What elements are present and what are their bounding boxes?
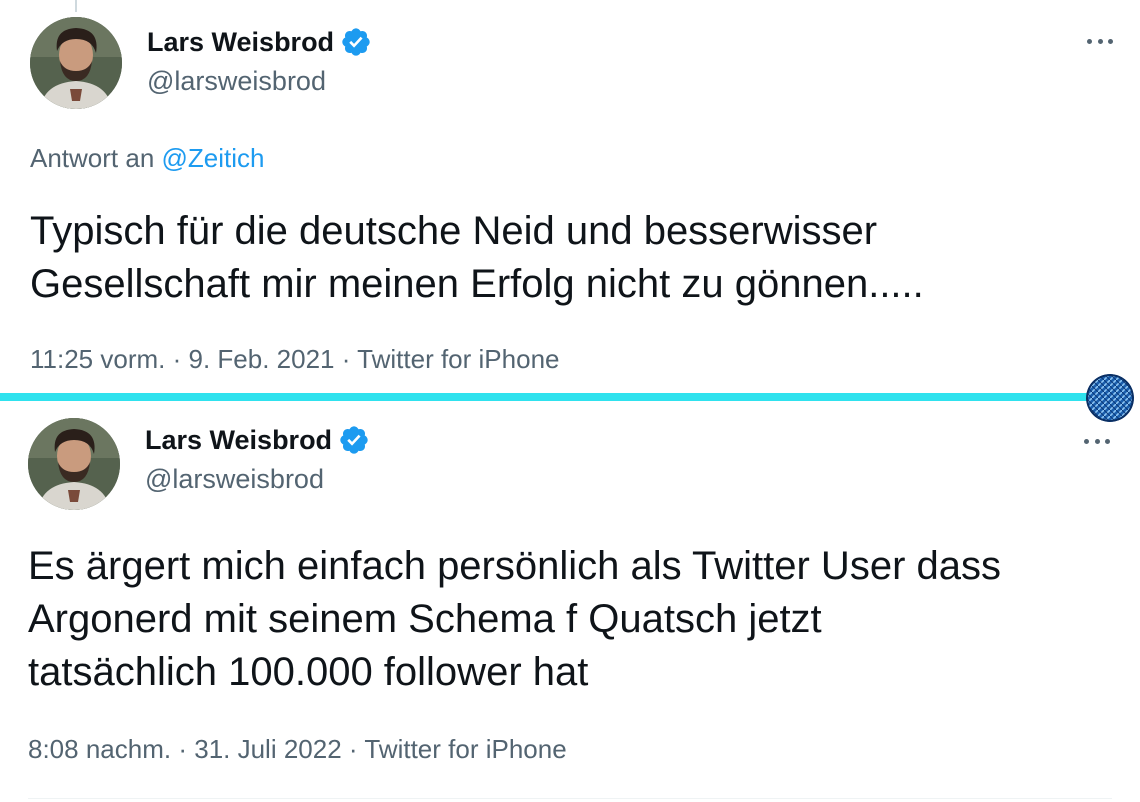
- tweet-card[interactable]: Lars Weisbrod @larsweisbrod Es ärgert mi…: [0, 402, 1140, 802]
- tweet-date[interactable]: 31. Juli 2022: [194, 734, 341, 764]
- more-options-icon[interactable]: [1084, 426, 1110, 456]
- more-options-icon[interactable]: [1087, 26, 1113, 56]
- verified-badge-icon: [338, 424, 370, 456]
- meta-separator: ·: [348, 734, 358, 764]
- meta-separator: ·: [341, 344, 351, 374]
- tweet-date[interactable]: 9. Feb. 2021: [189, 344, 335, 374]
- reply-context: Antwort an @Zeitich: [30, 143, 265, 174]
- display-name[interactable]: Lars Weisbrod: [145, 425, 332, 456]
- tweet-text: Typisch für die deutsche Neid und besser…: [30, 209, 924, 306]
- meta-separator: ·: [172, 344, 182, 374]
- avatar-image: [28, 418, 120, 510]
- bottom-divider: [28, 798, 1112, 799]
- verified-badge-icon: [340, 26, 372, 58]
- tweet-metadata: 11:25 vorm. · 9. Feb. 2021 · Twitter for…: [30, 344, 559, 375]
- avatar[interactable]: [30, 17, 122, 109]
- tweet-time[interactable]: 8:08 nachm.: [28, 734, 171, 764]
- display-name[interactable]: Lars Weisbrod: [147, 27, 334, 58]
- tweet-source[interactable]: Twitter for iPhone: [364, 734, 566, 764]
- tweet-source[interactable]: Twitter for iPhone: [357, 344, 559, 374]
- tweet-text: Es ärgert mich einfach persönlich als Tw…: [28, 544, 1001, 694]
- avatar[interactable]: [28, 418, 120, 510]
- reply-to-mention-link[interactable]: @Zeitich: [162, 143, 265, 173]
- user-handle[interactable]: @larsweisbrod: [147, 66, 326, 97]
- tweet-time[interactable]: 11:25 vorm.: [30, 344, 165, 374]
- author-row[interactable]: Lars Weisbrod: [147, 26, 372, 58]
- avatar-image: [30, 17, 122, 109]
- author-row[interactable]: Lars Weisbrod: [145, 424, 370, 456]
- tweet-card[interactable]: Lars Weisbrod @larsweisbrod Antwort an @…: [0, 0, 1140, 392]
- tweet-metadata: 8:08 nachm. · 31. Juli 2022 · Twitter fo…: [28, 734, 567, 765]
- thread-connector: [75, 0, 77, 12]
- cyan-divider: [0, 393, 1095, 401]
- meta-separator: ·: [178, 734, 187, 764]
- reply-to-label: Antwort an: [30, 143, 155, 173]
- user-handle[interactable]: @larsweisbrod: [145, 464, 324, 495]
